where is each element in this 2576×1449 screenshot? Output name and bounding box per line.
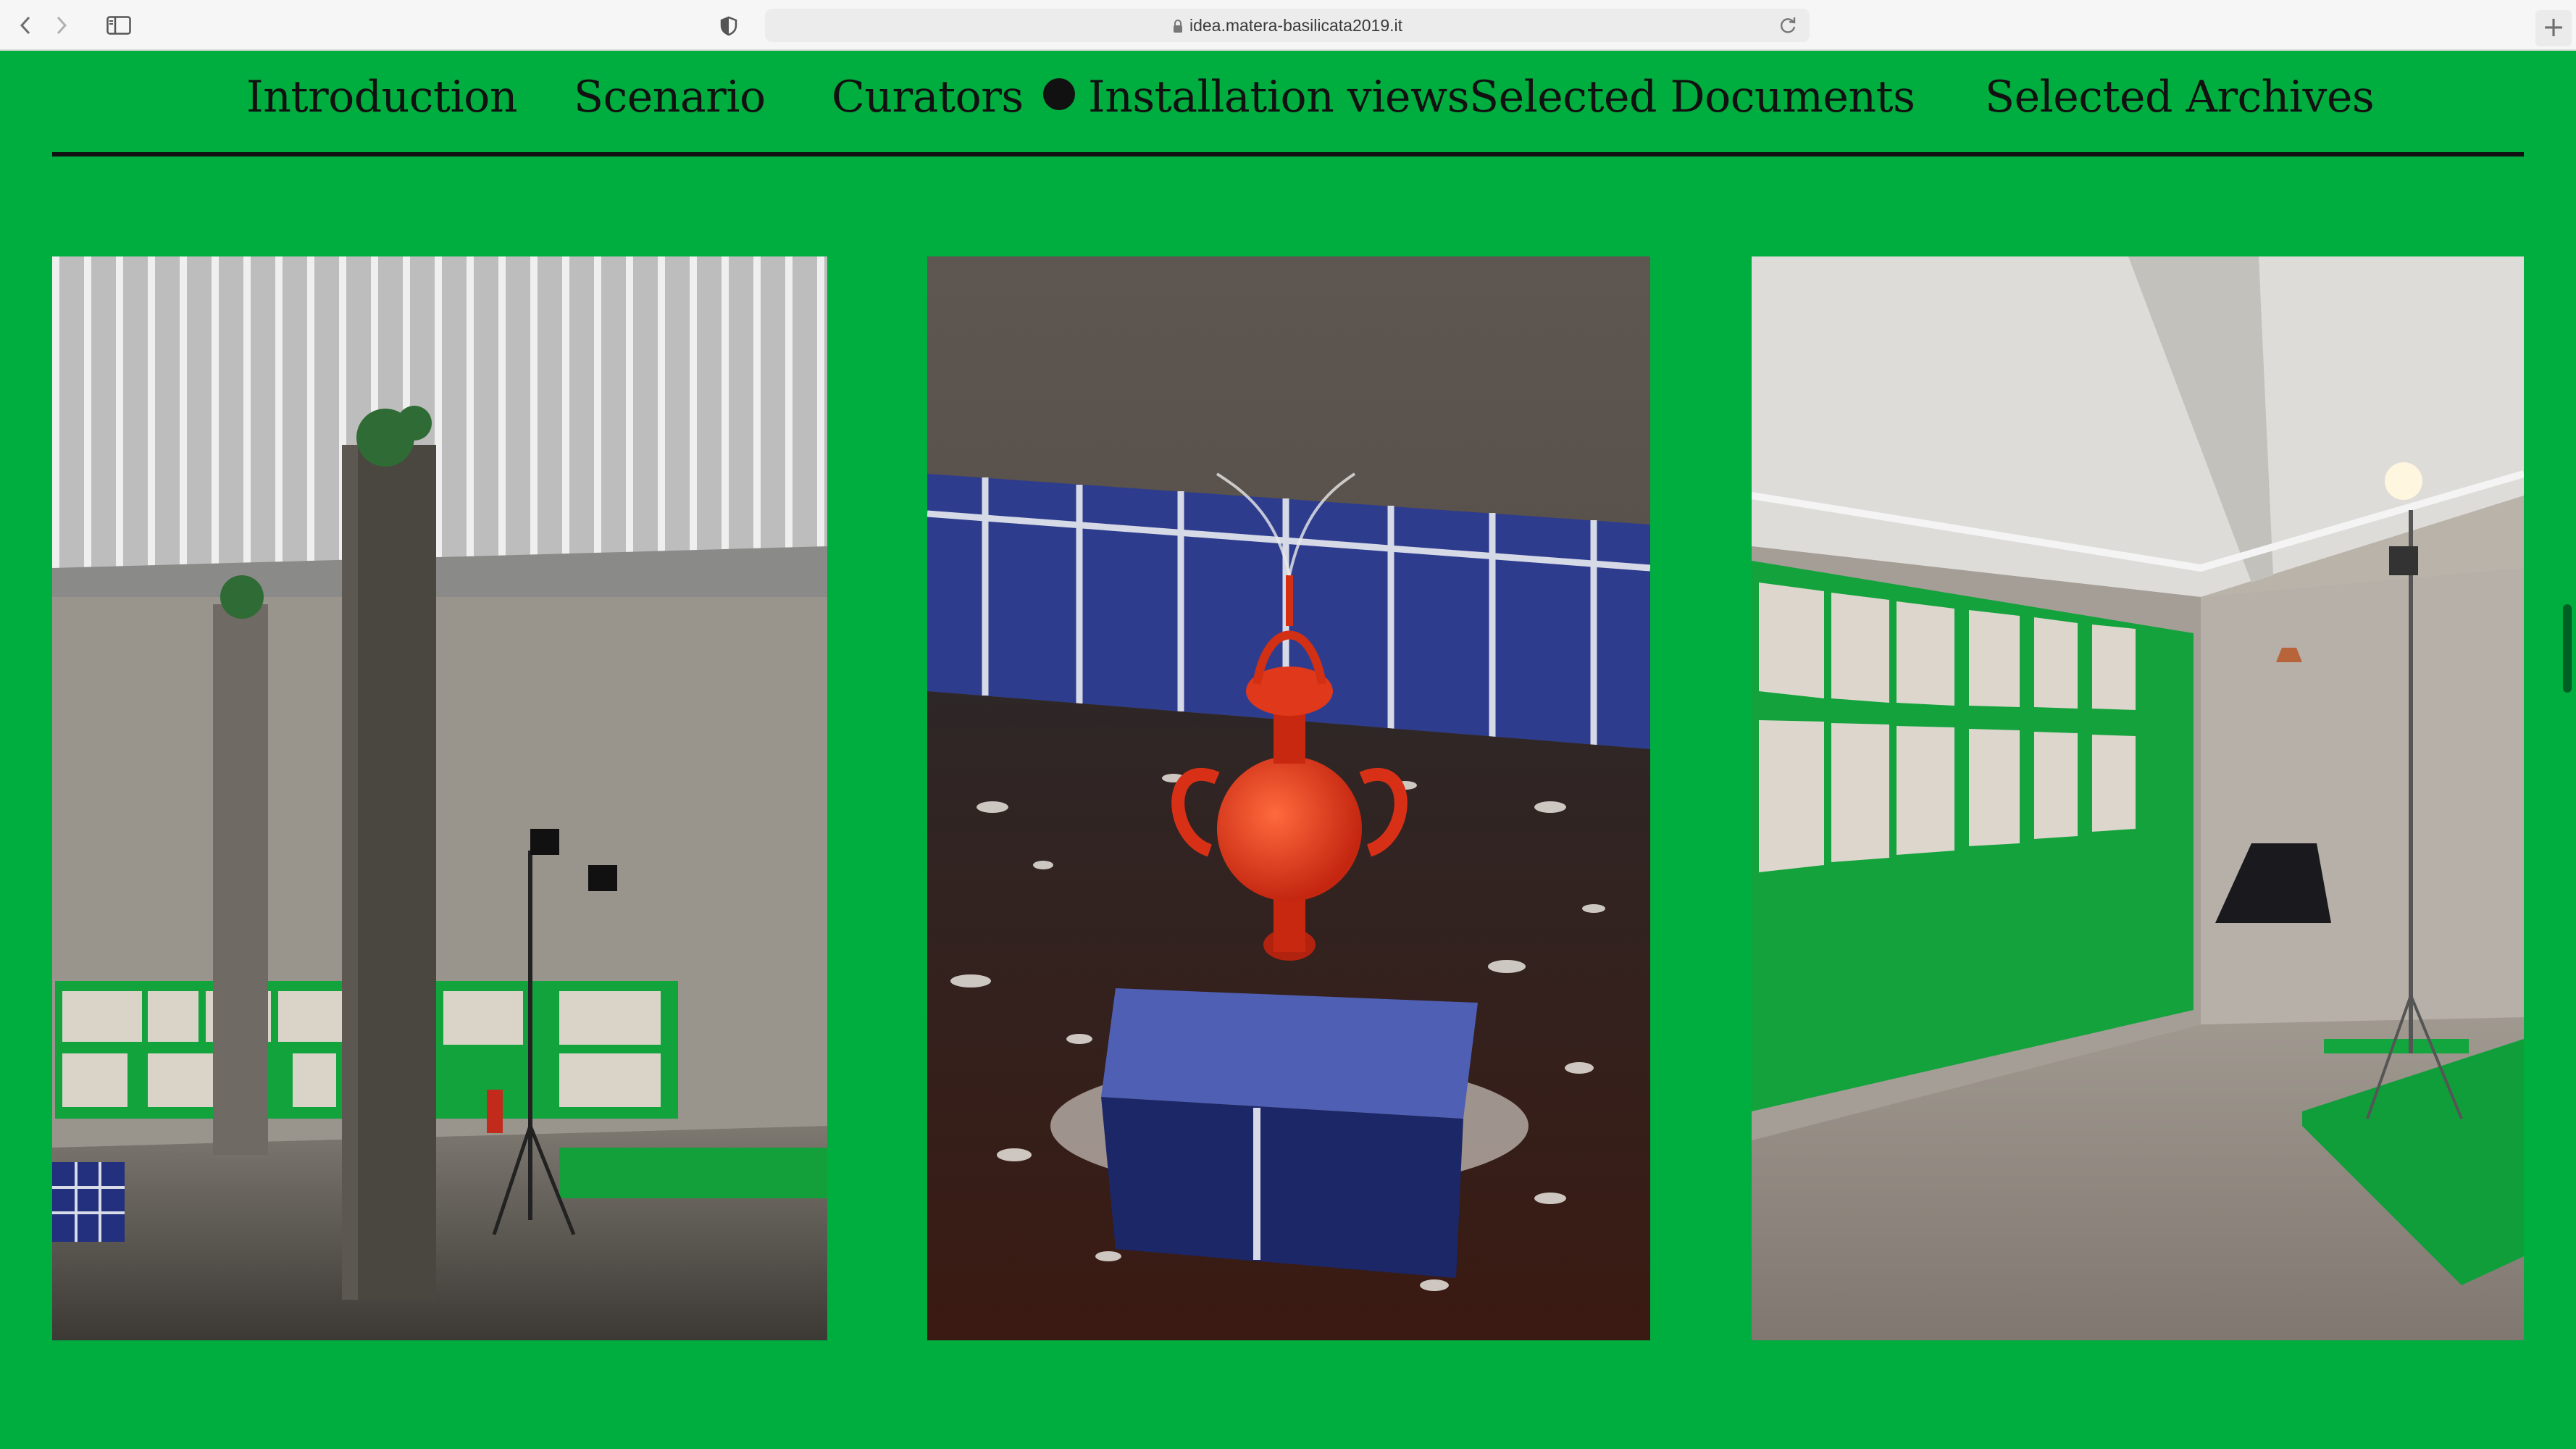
installation-photo-red-vessel[interactable]	[927, 256, 1650, 1340]
sidebar-toggle-button[interactable]	[100, 10, 138, 41]
chevron-left-icon	[20, 16, 30, 35]
plus-icon: +	[2542, 11, 2565, 43]
page-scrollbar[interactable]	[2563, 604, 2572, 693]
installation-photo-columns[interactable]	[52, 256, 827, 1340]
back-button[interactable]	[9, 10, 42, 41]
nav-selected-archives[interactable]: Selected Archives	[1985, 68, 2375, 126]
nav-installation-views[interactable]: Installation views	[1043, 68, 1470, 126]
new-tab-button[interactable]: +	[2535, 10, 2572, 46]
nav-installation-views-label: Installation views	[1088, 72, 1470, 122]
forward-button[interactable]	[45, 10, 78, 41]
reload-button[interactable]	[1776, 14, 1799, 37]
nav-scenario[interactable]: Scenario	[574, 68, 766, 126]
privacy-report-button[interactable]	[710, 10, 748, 41]
nav-introduction[interactable]: Introduction	[246, 68, 517, 126]
reload-icon	[1780, 17, 1796, 33]
sidebar-icon	[106, 16, 131, 35]
site-navigation: Introduction Scenario Curators Installat…	[52, 51, 2524, 156]
browser-toolbar: idea.matera-basilicata2019.it +	[0, 0, 2576, 51]
chevron-right-icon	[57, 16, 67, 35]
address-bar[interactable]: idea.matera-basilicata2019.it	[765, 9, 1810, 42]
nav-selected-documents[interactable]: Selected Documents	[1469, 68, 1915, 126]
lock-icon	[1173, 20, 1182, 33]
active-indicator-dot	[1043, 78, 1075, 110]
url-text: idea.matera-basilicata2019.it	[1189, 16, 1403, 35]
installation-photo-exhibition-hall[interactable]	[1752, 256, 2524, 1340]
nav-curators[interactable]: Curators	[832, 68, 1024, 126]
shield-icon	[720, 16, 737, 36]
